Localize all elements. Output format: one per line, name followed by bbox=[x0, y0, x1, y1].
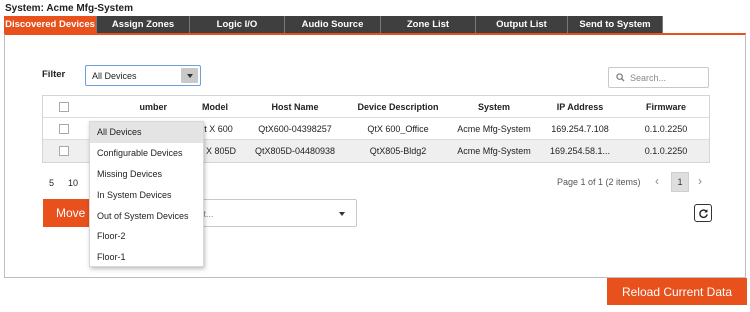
filter-select[interactable]: All Devices bbox=[85, 65, 201, 86]
page-size-option[interactable]: 10 bbox=[68, 178, 78, 188]
tab-audio-source[interactable]: Audio Source bbox=[285, 16, 381, 33]
filter-option-floor-1[interactable]: Floor-1 bbox=[90, 247, 203, 268]
tab-discovered-devices[interactable]: Discovered Devices bbox=[4, 16, 97, 33]
header-part-number[interactable]: umber bbox=[85, 102, 185, 112]
tab-bar: Discovered Devices Assign Zones Logic I/… bbox=[4, 16, 663, 33]
cell-host-name: QtX805D-04480938 bbox=[254, 146, 336, 156]
tab-assign-zones[interactable]: Assign Zones bbox=[97, 16, 190, 33]
filter-dropdown-button[interactable] bbox=[181, 68, 198, 83]
page-size-selector: 5 10 bbox=[49, 178, 92, 188]
search-icon bbox=[616, 73, 625, 82]
header-device-description[interactable]: Device Description bbox=[345, 102, 451, 112]
search-placeholder: Search... bbox=[630, 73, 667, 83]
header-host-name[interactable]: Host Name bbox=[245, 102, 345, 112]
cell-ip-address: 169.254.7.108 bbox=[551, 123, 609, 134]
page-size-option[interactable]: 5 bbox=[49, 178, 54, 188]
filter-dropdown-menu: All Devices Configurable Devices Missing… bbox=[89, 121, 204, 267]
row-select-cell bbox=[43, 146, 85, 156]
select-all-checkbox[interactable] bbox=[59, 101, 69, 112]
pager-info: Page 1 of 1 (2 items) bbox=[557, 177, 641, 187]
system-title: System: Acme Mfg-System bbox=[5, 3, 134, 14]
chevron-right-icon[interactable]: › bbox=[693, 171, 707, 191]
cell-firmware: 0.1.0.2250 bbox=[644, 123, 688, 134]
cell-firmware: 0.1.0.2250 bbox=[644, 146, 688, 156]
row-checkbox[interactable] bbox=[59, 123, 69, 134]
tab-logic-io[interactable]: Logic I/O bbox=[190, 16, 285, 33]
filter-label: Filter bbox=[42, 69, 66, 80]
filter-option-floor-2[interactable]: Floor-2 bbox=[90, 226, 203, 247]
cell-ip-address: 169.254.58.1... bbox=[549, 146, 611, 156]
tab-send-to-system[interactable]: Send to System bbox=[568, 16, 663, 33]
cell-system: Acme Mfg-System bbox=[457, 146, 531, 156]
cell-device-description: QtX805-Bldg2 bbox=[369, 146, 427, 156]
refresh-button[interactable] bbox=[694, 204, 712, 222]
reload-current-data-button[interactable]: Reload Current Data bbox=[607, 278, 747, 305]
search-input[interactable]: Search... bbox=[608, 67, 709, 88]
chevron-down-icon bbox=[339, 212, 345, 216]
discovered-devices-panel: Filter All Devices Search... umber Model… bbox=[4, 33, 746, 278]
chevron-left-icon[interactable]: ‹ bbox=[650, 171, 664, 191]
header-system[interactable]: System bbox=[451, 102, 537, 112]
header-ip-address[interactable]: IP Address bbox=[537, 102, 623, 112]
cell-device-description: QtX 600_Office bbox=[367, 123, 429, 134]
tab-zone-list[interactable]: Zone List bbox=[381, 16, 476, 33]
filter-option-in-system-devices[interactable]: In System Devices bbox=[90, 184, 203, 205]
target-select[interactable]: ct... bbox=[185, 199, 357, 227]
filter-option-all-devices[interactable]: All Devices bbox=[90, 122, 203, 143]
select-all-cell bbox=[43, 101, 85, 112]
filter-option-out-of-system-devices[interactable]: Out of System Devices bbox=[90, 205, 203, 226]
pager-current-page[interactable]: 1 bbox=[671, 172, 689, 192]
cell-host-name: QtX600-04398257 bbox=[258, 123, 332, 134]
row-checkbox[interactable] bbox=[59, 146, 69, 156]
cell-system: Acme Mfg-System bbox=[457, 123, 531, 134]
filter-option-missing-devices[interactable]: Missing Devices bbox=[90, 164, 203, 185]
row-select-cell bbox=[43, 123, 85, 134]
refresh-icon bbox=[698, 208, 708, 218]
filter-selected-value: All Devices bbox=[92, 71, 137, 81]
chevron-down-icon bbox=[186, 73, 193, 78]
table-header-row: umber Model Host Name Device Description… bbox=[43, 96, 709, 118]
header-model[interactable]: Model bbox=[185, 102, 245, 112]
header-firmware[interactable]: Firmware bbox=[623, 102, 709, 112]
tab-output-list[interactable]: Output List bbox=[476, 16, 568, 33]
filter-option-configurable-devices[interactable]: Configurable Devices bbox=[90, 143, 203, 164]
